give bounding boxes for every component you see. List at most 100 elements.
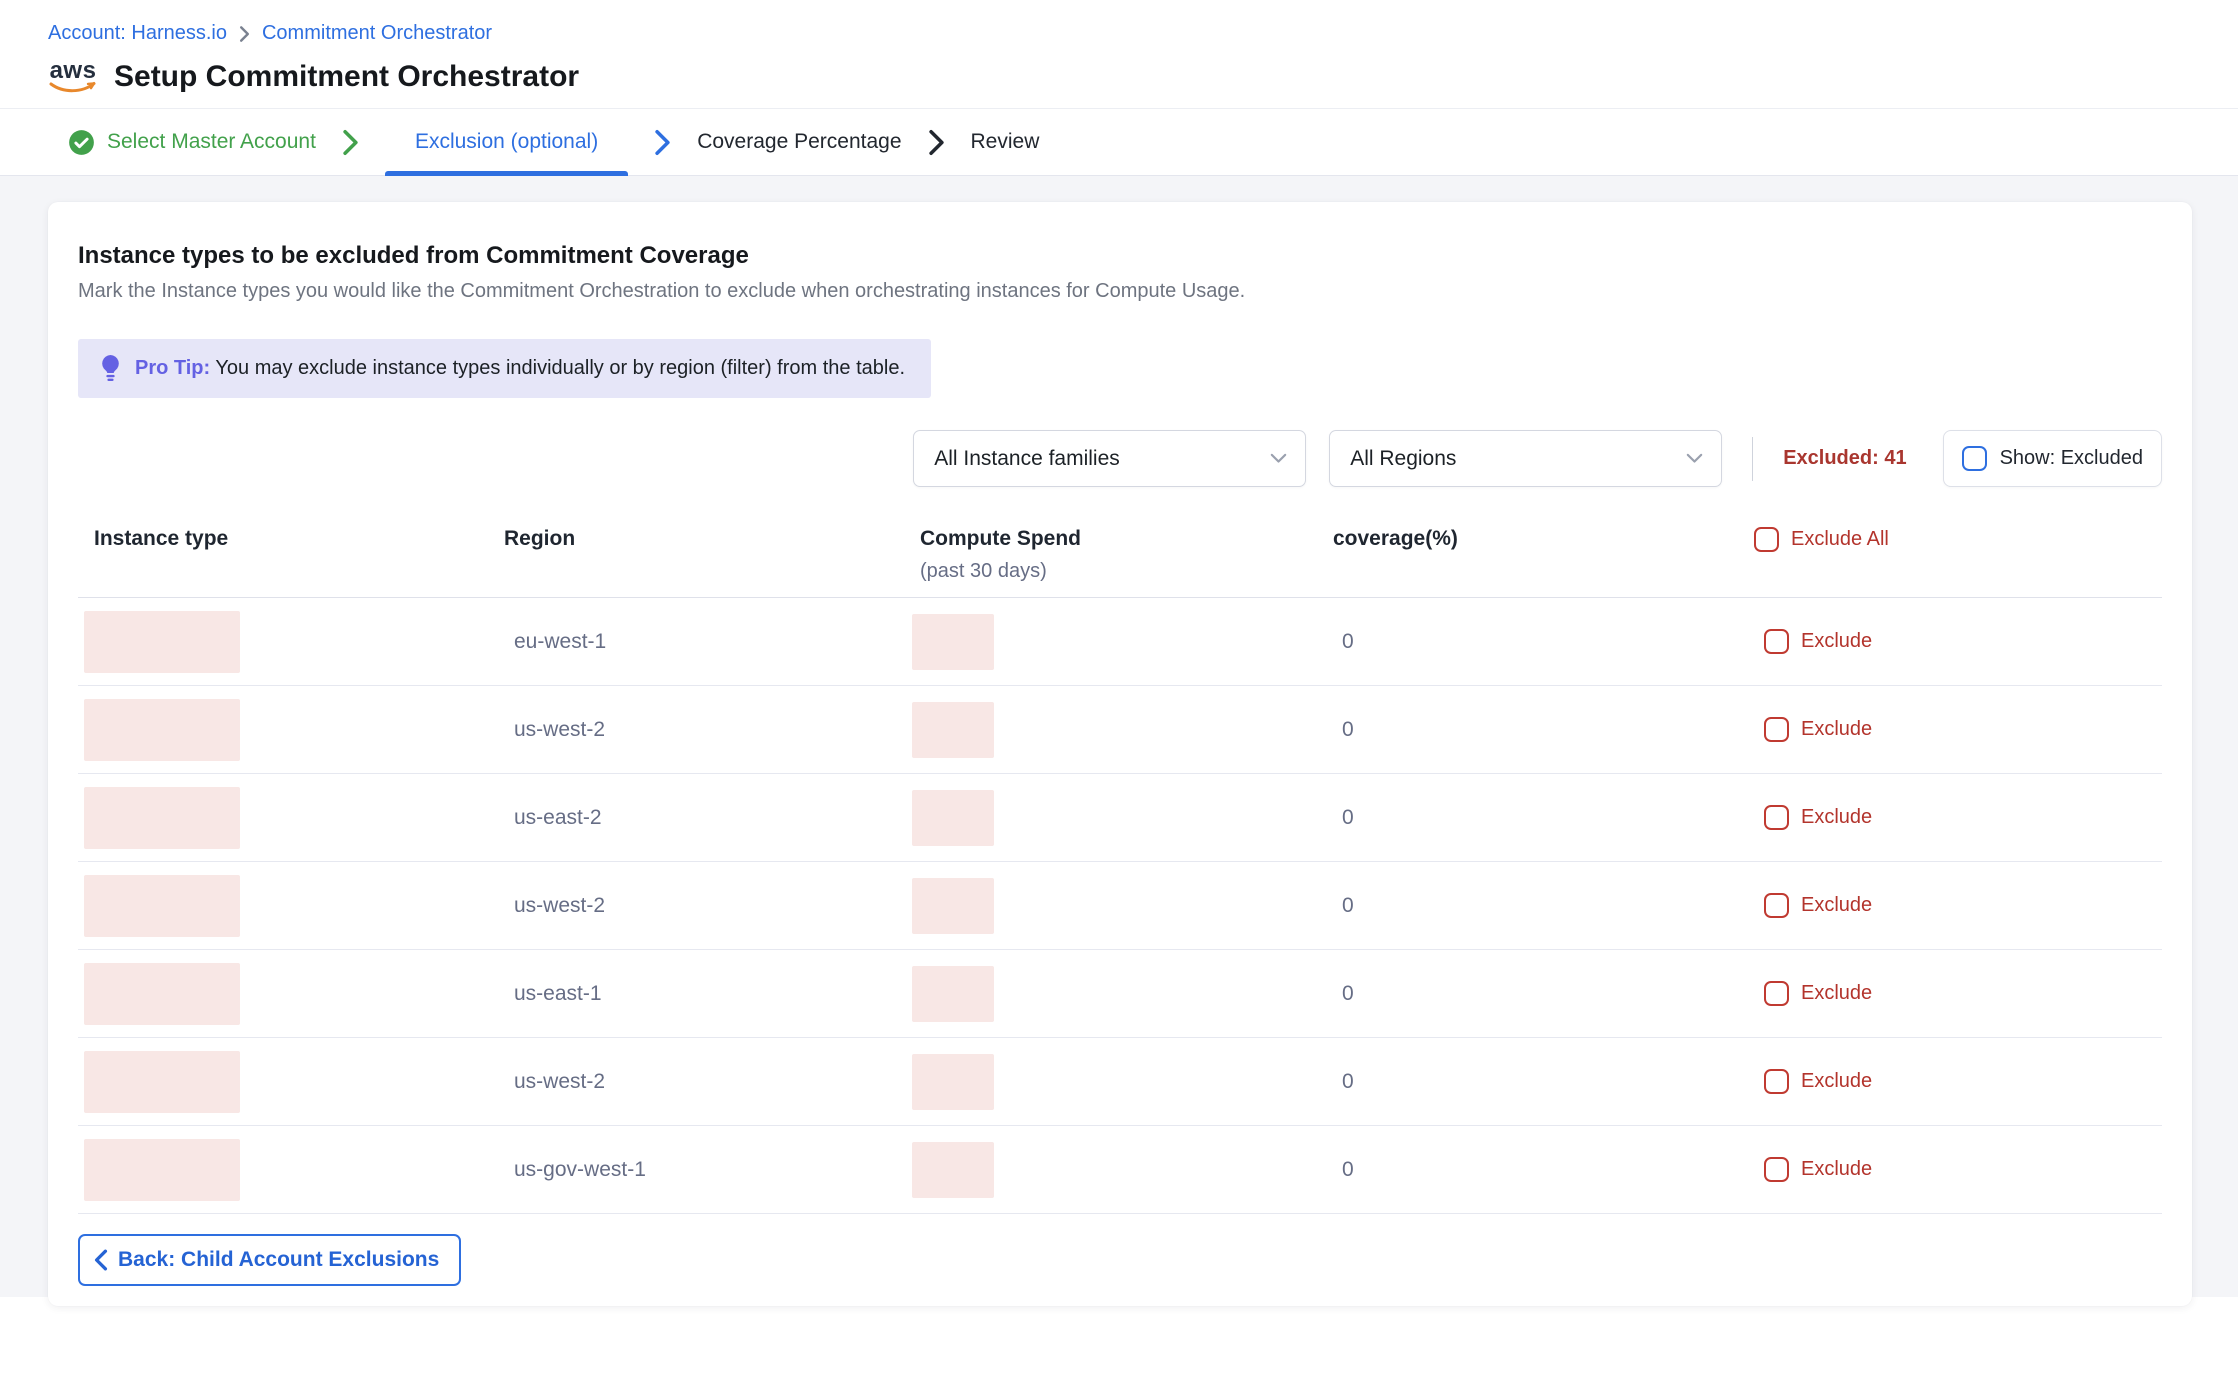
- compute-spend-cell: [920, 1142, 1333, 1198]
- table-row: us-west-2 0 Exclude: [78, 1038, 2162, 1126]
- exclude-all-label: Exclude All: [1791, 528, 1889, 551]
- column-header-exclude-all: Exclude All: [1754, 527, 2162, 552]
- exclude-checkbox[interactable]: [1764, 805, 1789, 830]
- pro-tip-text: You may exclude instance types individua…: [215, 357, 905, 379]
- exclusion-table: Instance type Region Compute Spend (past…: [78, 527, 2162, 1214]
- redacted-instance-type: [84, 1139, 240, 1201]
- region-cell: us-west-2: [504, 894, 920, 918]
- step-review[interactable]: Review: [971, 109, 1040, 175]
- exclude-cell: Exclude: [1754, 1157, 2162, 1182]
- main-area: Instance types to be excluded from Commi…: [0, 176, 2238, 1297]
- coverage-cell: 0: [1333, 1070, 1754, 1094]
- chevron-right-icon: [342, 109, 359, 175]
- exclude-label: Exclude: [1801, 1158, 1872, 1181]
- coverage-cell: 0: [1333, 806, 1754, 830]
- table-header-row: Instance type Region Compute Spend (past…: [78, 527, 2162, 598]
- step-select-master-account[interactable]: Select Master Account: [68, 109, 316, 175]
- panel-subheading: Mark the Instance types you would like t…: [78, 280, 2162, 303]
- instance-type-cell: [78, 611, 504, 673]
- breadcrumb-module-link[interactable]: Commitment Orchestrator: [262, 22, 492, 45]
- exclusion-panel: Instance types to be excluded from Commi…: [48, 202, 2192, 1306]
- coverage-cell: 0: [1333, 630, 1754, 654]
- table-row: us-west-2 0 Exclude: [78, 686, 2162, 774]
- compute-spend-cell: [920, 790, 1333, 846]
- redacted-compute-spend: [912, 790, 994, 846]
- aws-logo: aws: [48, 59, 98, 94]
- redacted-instance-type: [84, 1051, 240, 1113]
- chevron-down-icon: [1686, 453, 1703, 464]
- chevron-left-icon: [94, 1249, 108, 1271]
- instance-type-cell: [78, 787, 504, 849]
- table-row: us-gov-west-1 0 Exclude: [78, 1126, 2162, 1214]
- show-excluded-toggle[interactable]: Show: Excluded: [1943, 430, 2162, 487]
- redacted-instance-type: [84, 963, 240, 1025]
- pro-tip-banner: Pro Tip: You may exclude instance types …: [78, 339, 931, 398]
- aws-logo-text: aws: [50, 59, 97, 83]
- pro-tip-label: Pro Tip:: [135, 357, 210, 379]
- title-row: aws Setup Commitment Orchestrator: [48, 59, 2190, 94]
- excluded-count: Excluded: 41: [1783, 447, 1906, 470]
- redacted-compute-spend: [912, 1054, 994, 1110]
- back-button[interactable]: Back: Child Account Exclusions: [78, 1234, 461, 1286]
- region-cell: us-west-2: [504, 1070, 920, 1094]
- exclude-checkbox[interactable]: [1764, 893, 1789, 918]
- exclude-label: Exclude: [1801, 894, 1872, 917]
- check-circle-icon: [68, 129, 95, 156]
- coverage-cell: 0: [1333, 718, 1754, 742]
- coverage-cell: 0: [1333, 1158, 1754, 1182]
- filters-row: All Instance families All Regions Exclud…: [78, 430, 2162, 487]
- step-exclusion-optional[interactable]: Exclusion (optional): [385, 109, 628, 175]
- exclude-cell: Exclude: [1754, 629, 2162, 654]
- redacted-compute-spend: [912, 614, 994, 670]
- exclude-all-checkbox[interactable]: [1754, 527, 1779, 552]
- step-label: Coverage Percentage: [697, 130, 901, 154]
- redacted-compute-spend: [912, 966, 994, 1022]
- compute-spend-cell: [920, 878, 1333, 934]
- breadcrumb-account-link[interactable]: Account: Harness.io: [48, 22, 227, 45]
- region-cell: us-east-1: [504, 982, 920, 1006]
- region-cell: eu-west-1: [504, 630, 920, 654]
- redacted-compute-spend: [912, 878, 994, 934]
- exclude-checkbox[interactable]: [1764, 629, 1789, 654]
- breadcrumb-chevron-icon: [239, 25, 250, 43]
- exclude-label: Exclude: [1801, 1070, 1872, 1093]
- exclude-checkbox[interactable]: [1764, 1069, 1789, 1094]
- column-header-instance-type: Instance type: [78, 527, 504, 551]
- instance-type-cell: [78, 963, 504, 1025]
- exclude-checkbox[interactable]: [1764, 1157, 1789, 1182]
- instance-type-cell: [78, 1051, 504, 1113]
- region-cell: us-west-2: [504, 718, 920, 742]
- panel-heading: Instance types to be excluded from Commi…: [78, 242, 2162, 270]
- exclude-cell: Exclude: [1754, 981, 2162, 1006]
- coverage-cell: 0: [1333, 894, 1754, 918]
- vertical-divider: [1752, 437, 1753, 481]
- exclude-checkbox[interactable]: [1764, 981, 1789, 1006]
- aws-smile-icon: [48, 81, 98, 94]
- step-coverage-percentage[interactable]: Coverage Percentage: [697, 109, 901, 175]
- exclude-label: Exclude: [1801, 806, 1872, 829]
- show-excluded-checkbox[interactable]: [1962, 446, 1987, 471]
- instance-families-selected-value: All Instance families: [934, 447, 1120, 471]
- instance-type-cell: [78, 1139, 504, 1201]
- redacted-instance-type: [84, 787, 240, 849]
- stepper: Select Master Account Exclusion (optiona…: [0, 108, 2238, 176]
- show-excluded-label: Show: Excluded: [2000, 447, 2143, 470]
- exclude-cell: Exclude: [1754, 893, 2162, 918]
- instance-type-cell: [78, 699, 504, 761]
- instance-families-select[interactable]: All Instance families: [913, 430, 1306, 487]
- regions-select[interactable]: All Regions: [1329, 430, 1722, 487]
- step-label: Select Master Account: [107, 130, 316, 154]
- table-row: us-west-2 0 Exclude: [78, 862, 2162, 950]
- step-label: Review: [971, 130, 1040, 154]
- chevron-down-icon: [1270, 453, 1287, 464]
- exclude-checkbox[interactable]: [1764, 717, 1789, 742]
- exclude-cell: Exclude: [1754, 1069, 2162, 1094]
- compute-spend-cell: [920, 966, 1333, 1022]
- compute-spend-cell: [920, 702, 1333, 758]
- region-cell: us-east-2: [504, 806, 920, 830]
- breadcrumb: Account: Harness.io Commitment Orchestra…: [48, 22, 2190, 45]
- redacted-compute-spend: [912, 1142, 994, 1198]
- compute-spend-cell: [920, 1054, 1333, 1110]
- exclude-label: Exclude: [1801, 630, 1872, 653]
- chevron-right-icon: [928, 109, 945, 175]
